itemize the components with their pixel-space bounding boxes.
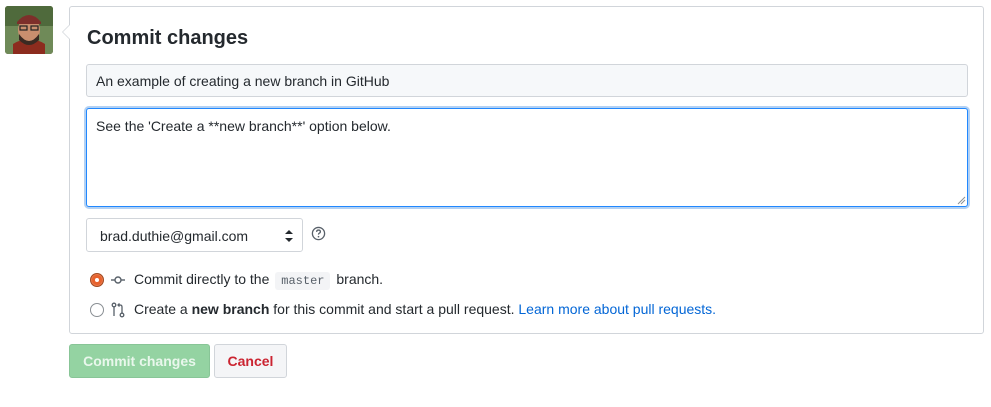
- git-pull-request-icon: [111, 302, 125, 318]
- commit-description-textarea[interactable]: See the 'Create a **new branch**' option…: [86, 108, 968, 207]
- question-help-icon[interactable]: [311, 226, 326, 241]
- commit-directly-suffix: branch.: [336, 271, 384, 287]
- commit-directly-text: Commit directly to the: [134, 271, 270, 287]
- branch-name-code: master: [275, 272, 331, 290]
- author-email-select[interactable]: brad.duthie@gmail.com: [86, 218, 303, 252]
- commit-heading: Commit changes: [87, 27, 249, 49]
- git-commit-icon: [111, 276, 125, 284]
- resize-grip-icon[interactable]: [956, 195, 966, 205]
- cancel-button[interactable]: Cancel: [214, 344, 287, 378]
- author-email-value: brad.duthie@gmail.com: [100, 228, 249, 244]
- new-branch-bold: new branch: [191, 301, 270, 317]
- new-branch-radio[interactable]: [90, 303, 104, 317]
- commit-panel: Commit changes See the 'Create a **new b…: [62, 6, 984, 334]
- commit-changes-button[interactable]: Commit changes: [69, 344, 210, 378]
- new-branch-text: Create a: [134, 301, 188, 317]
- select-arrows-icon: [285, 230, 293, 242]
- commit-directly-radio[interactable]: [90, 273, 104, 287]
- learn-more-pull-requests-link[interactable]: Learn more about pull requests.: [518, 301, 716, 317]
- user-avatar[interactable]: [5, 6, 53, 54]
- new-branch-suffix: for this commit and start a pull request…: [273, 301, 515, 317]
- commit-summary-input[interactable]: [86, 64, 968, 97]
